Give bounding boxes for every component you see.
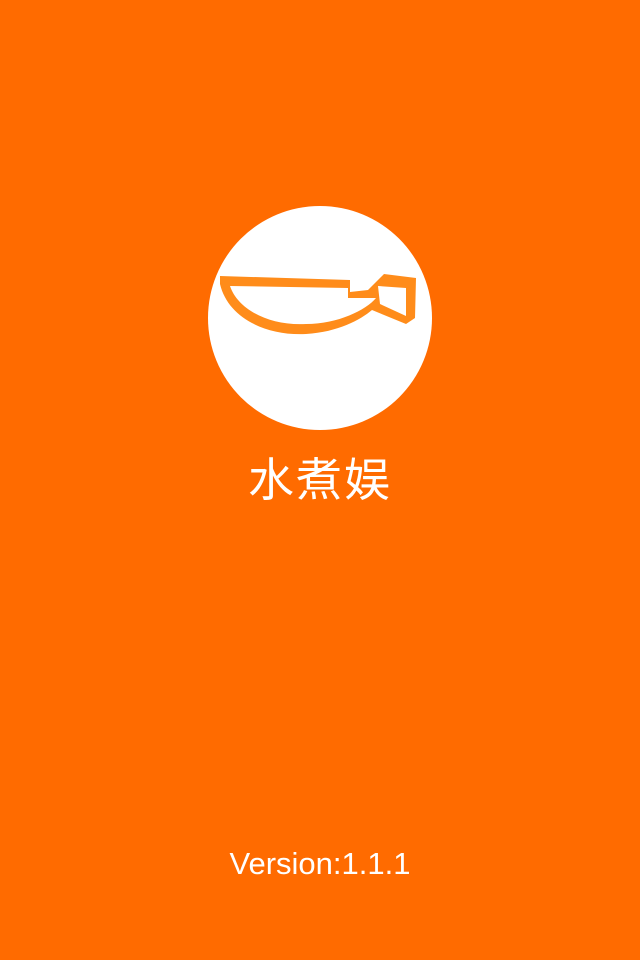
app-logo <box>208 206 432 430</box>
app-name: 水煮娱 <box>248 453 392 507</box>
wok-icon <box>220 274 416 335</box>
splash-screen: 水煮娱 Version:1.1.1 <box>0 0 640 960</box>
version-label: Version:1.1.1 <box>229 846 411 881</box>
